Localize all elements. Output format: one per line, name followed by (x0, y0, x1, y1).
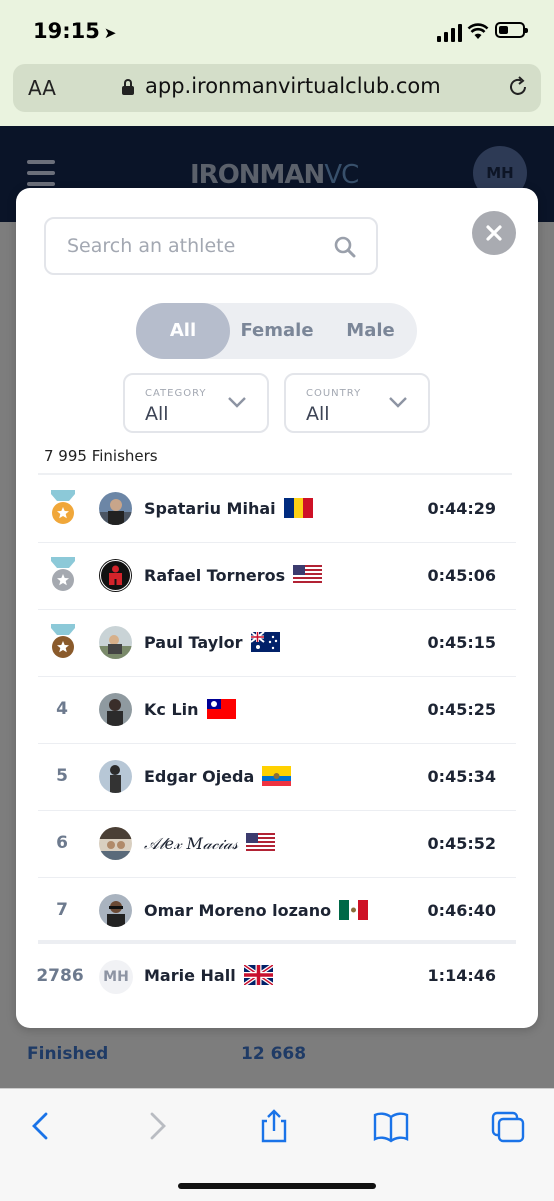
finished-count: 12 668 (241, 1044, 307, 1064)
url-text[interactable]: app.ironmanvirtualclub.com (145, 74, 441, 98)
taiwan-flag-icon (206, 698, 236, 719)
category-value: All (145, 403, 169, 425)
tabs-icon[interactable] (489, 1109, 529, 1143)
athlete-avatar (99, 827, 132, 860)
site-logo: IRONMANVC (190, 160, 359, 190)
athlete-name: Marie Hall (144, 944, 273, 1008)
mexico-flag-icon (339, 899, 369, 920)
category-label: CATEGORY (145, 388, 207, 399)
close-button[interactable] (472, 211, 516, 255)
australia-flag-icon (250, 631, 280, 652)
leaderboard-row[interactable]: Rafael Torneros 0:45:06 (38, 542, 516, 610)
user-initials-avatar: MH (99, 960, 133, 994)
leaderboard-row[interactable]: 4 Kc Lin 0:45:25 (38, 676, 516, 744)
ecuador-flag-icon (262, 765, 292, 786)
home-indicator (178, 1183, 376, 1189)
leaderboard-row[interactable]: 7 Omar Moreno lozano 0:46:40 (38, 877, 516, 944)
athlete-name: Kc Lin (144, 676, 236, 743)
leaderboard-modal: Search an athlete All Female Male CATEGO… (16, 188, 538, 1028)
rank-number: 4 (56, 699, 68, 719)
finish-time: 0:44:29 (427, 499, 496, 518)
rank-number: 5 (56, 766, 68, 786)
rank-number: 6 (56, 833, 68, 853)
reload-icon[interactable] (507, 76, 529, 98)
country-value: All (306, 403, 330, 425)
gender-option-female[interactable]: Female (230, 303, 324, 359)
browser-toolbar (0, 1088, 554, 1201)
text-size-button[interactable]: AA (28, 76, 56, 100)
wifi-icon (467, 23, 489, 39)
chevron-down-icon (228, 397, 246, 408)
finish-time: 0:45:06 (427, 566, 496, 585)
athlete-name: Paul Taylor (144, 609, 280, 676)
rank-number: 7 (56, 900, 68, 920)
gender-filter: All Female Male (136, 303, 417, 359)
gender-option-male[interactable]: Male (324, 303, 417, 359)
romania-flag-icon (283, 497, 313, 518)
address-bar[interactable]: AA app.ironmanvirtualclub.com (13, 64, 541, 112)
usa-flag-icon (245, 832, 275, 853)
chevron-down-icon (389, 397, 407, 408)
silver-medal-icon (51, 557, 75, 591)
athlete-avatar (99, 626, 132, 659)
finished-label: Finished (27, 1044, 109, 1064)
bronze-medal-icon (51, 624, 75, 658)
finish-time: 0:46:40 (427, 901, 496, 920)
athlete-name: Edgar Ojeda (144, 743, 292, 810)
share-icon[interactable] (254, 1109, 294, 1143)
athlete-name: Omar Moreno lozano (144, 877, 369, 944)
leaderboard-row[interactable]: 5 Edgar Ojeda 0:45:34 (38, 743, 516, 811)
back-icon[interactable] (22, 1109, 62, 1143)
athlete-avatar (99, 693, 132, 726)
gold-medal-icon (51, 490, 75, 524)
location-arrow-icon: ➤ (103, 24, 117, 42)
close-icon (486, 225, 502, 241)
athlete-name: Rafael Torneros (144, 542, 323, 609)
finish-time: 1:14:46 (427, 966, 496, 985)
leaderboard-row[interactable]: Paul Taylor 0:45:15 (38, 609, 516, 677)
cellular-signal-icon (437, 24, 463, 42)
lock-icon (122, 79, 134, 95)
athlete-name: Spatariu Mihai (144, 475, 313, 542)
finish-time: 0:45:25 (427, 700, 496, 719)
athlete-name: 𝒜𝓁𝑒𝓍 𝑀𝒶𝒸𝒾𝒶𝓈 (144, 810, 275, 877)
gender-option-all[interactable]: All (136, 303, 230, 359)
athlete-avatar (99, 760, 132, 793)
browser-address-area: AA app.ironmanvirtualclub.com (0, 64, 554, 126)
search-icon[interactable] (334, 236, 356, 258)
finish-time: 0:45:34 (427, 767, 496, 786)
battery-icon (495, 22, 528, 38)
leaderboard-row[interactable]: 6 𝒜𝓁𝑒𝓍 𝑀𝒶𝒸𝒾𝒶𝓈 0:45:52 (38, 810, 516, 878)
search-placeholder: Search an athlete (67, 235, 236, 257)
country-select[interactable]: COUNTRY All (284, 373, 430, 433)
bookmarks-icon[interactable] (371, 1109, 411, 1143)
forward-icon[interactable] (138, 1109, 178, 1143)
athlete-avatar (99, 894, 132, 927)
category-select[interactable]: CATEGORY All (123, 373, 269, 433)
uk-flag-icon (243, 964, 273, 985)
athlete-avatar (99, 492, 132, 525)
search-input[interactable]: Search an athlete (44, 217, 378, 275)
status-bar: 19:15 ➤ (0, 0, 554, 64)
finish-time: 0:45:52 (427, 834, 496, 853)
country-label: COUNTRY (306, 388, 362, 399)
rank-number: 2786 (36, 966, 84, 986)
athlete-avatar (99, 559, 132, 592)
usa-flag-icon (293, 564, 323, 585)
status-time: 19:15 ➤ (33, 19, 117, 43)
leaderboard-row[interactable]: Spatariu Mihai 0:44:29 (38, 475, 516, 543)
finishers-count: 7 995 Finishers (44, 447, 158, 465)
finish-time: 0:45:15 (427, 633, 496, 652)
current-user-row[interactable]: 2786 MH Marie Hall 1:14:46 (36, 940, 516, 1010)
